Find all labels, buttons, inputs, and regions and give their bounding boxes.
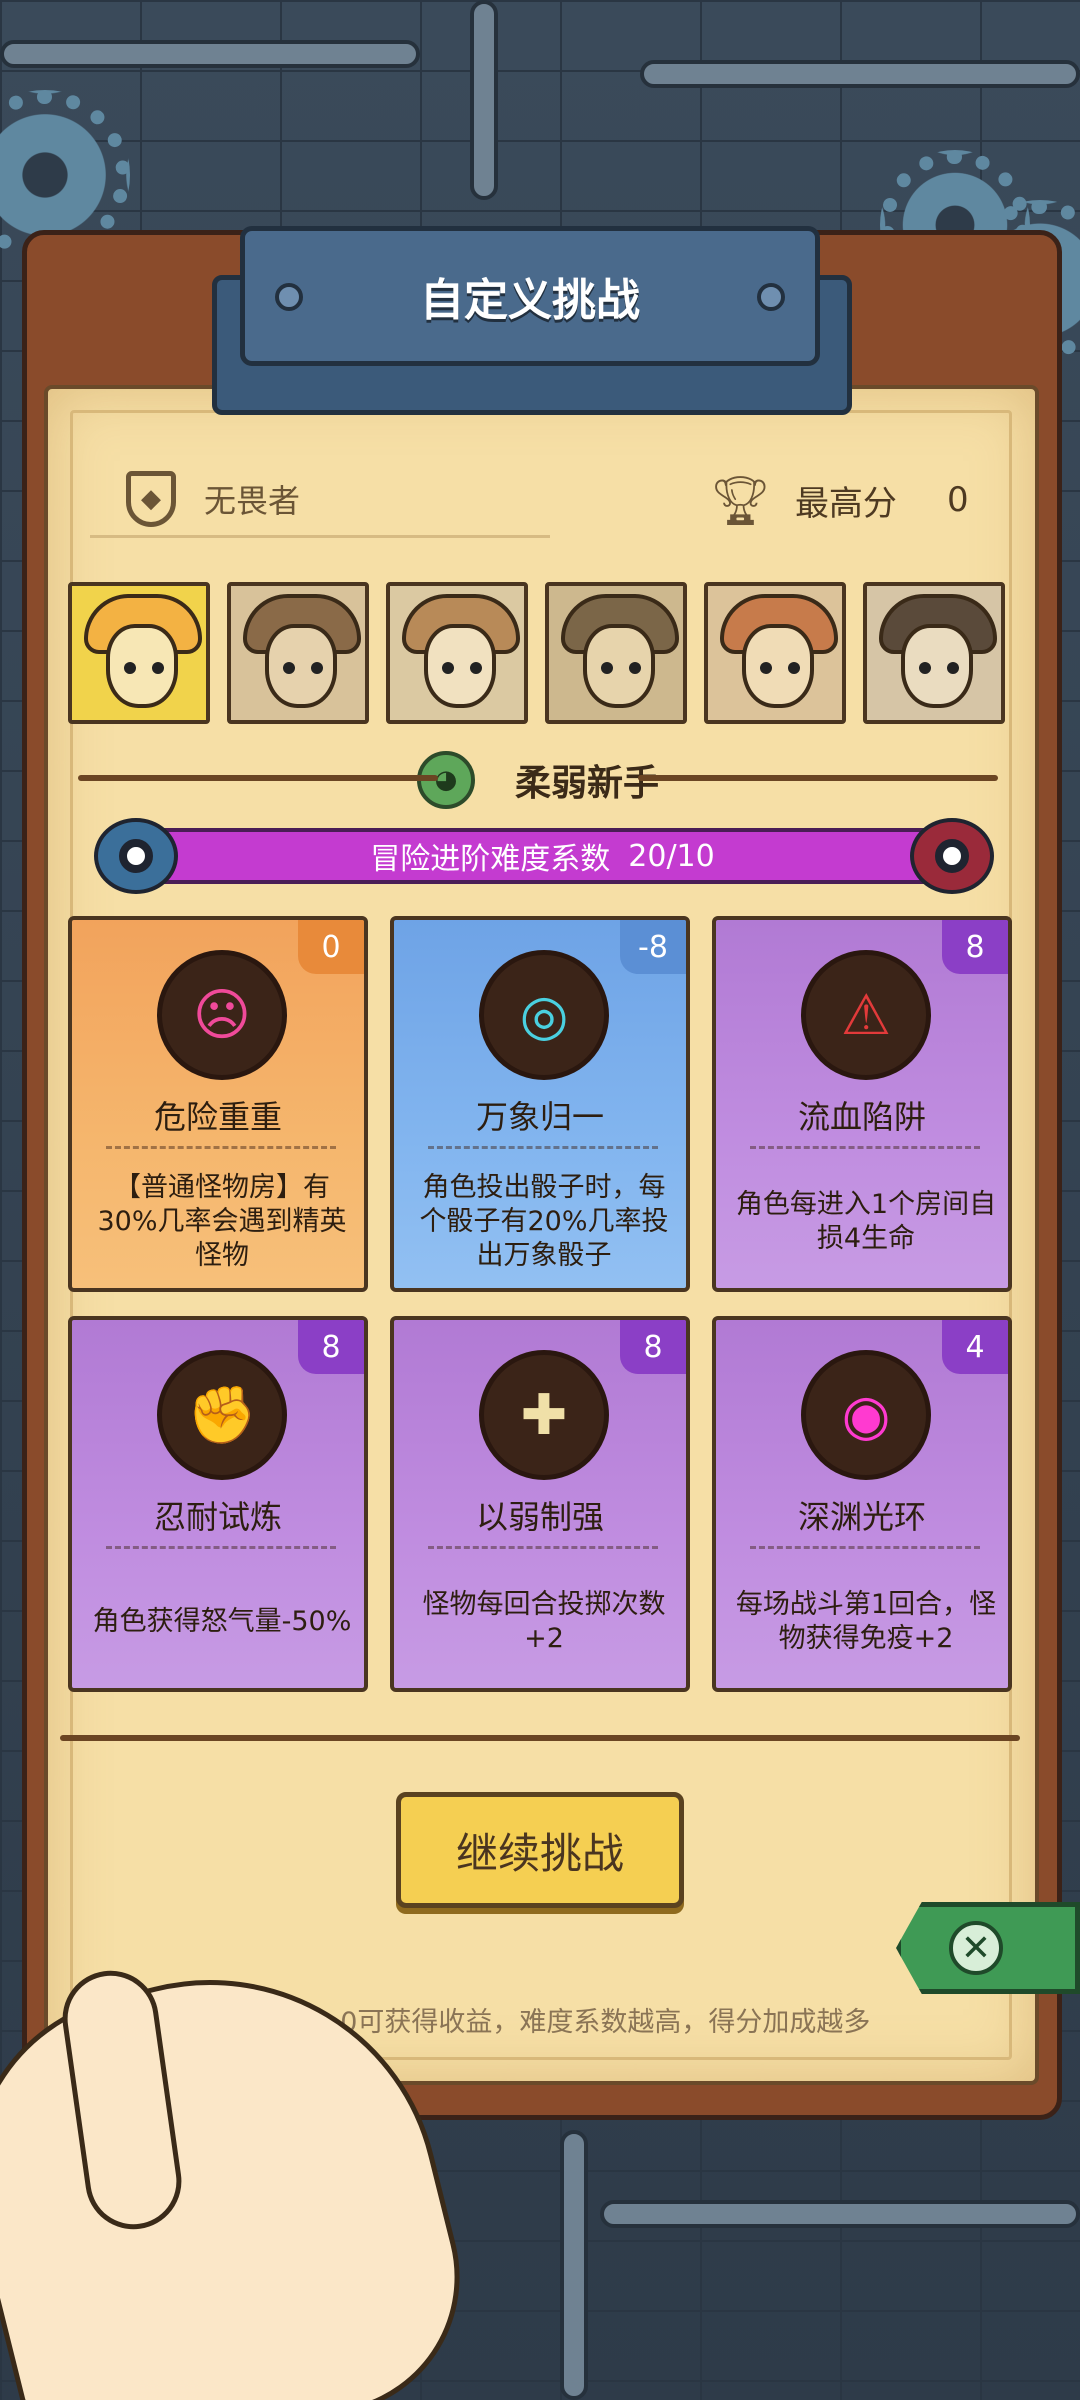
portrait-face [106, 624, 178, 708]
modifier-title: 万象归一 [475, 1098, 604, 1136]
character-portrait-1[interactable] [68, 582, 210, 724]
portrait-face [265, 624, 337, 708]
highscore-label: 最高分 [794, 483, 897, 524]
highscore-value: 0 [946, 480, 969, 520]
fist-shield-icon: ✊ [157, 1350, 287, 1480]
card-divider [428, 1146, 658, 1149]
shield-icon: ◆ [126, 470, 176, 527]
modifier-card[interactable]: 8 ✊ 忍耐试炼角色获得怒气量-50% [68, 1316, 368, 1692]
screw-icon [275, 283, 303, 311]
highscore: 🏆︎ 最高分 0 [710, 462, 1000, 538]
portrait-eye [442, 662, 454, 674]
portrait-eye [152, 662, 164, 674]
portrait-eye [124, 662, 136, 674]
rainbow-swirl-icon: ◎ [479, 950, 609, 1080]
blue-monster-eye-icon [94, 818, 178, 894]
portrait-eye [470, 662, 482, 674]
modifier-card[interactable]: 0 ☹ 危险重重【普通怪物房】有30%几率会遇到精英怪物 [68, 916, 368, 1292]
bear-trap-icon: ⚠ [801, 950, 931, 1080]
difficulty-name: 柔弱新手 [514, 763, 659, 804]
screw-icon [757, 283, 785, 311]
modifier-card[interactable]: -8 ◎ 万象归一角色投出骰子时，每个骰子有20%几率投出万象骰子 [390, 916, 690, 1292]
angry-face-icon: ☹ [157, 950, 287, 1080]
character-roster [68, 582, 1008, 724]
close-tab[interactable]: ✕ [896, 1902, 1080, 1994]
modifier-card[interactable]: 8 ✚ 以弱制强怪物每回合投掷次数+2 [390, 1316, 690, 1692]
character-portrait-2[interactable] [227, 582, 369, 724]
modifier-value-badge: 8 [298, 1320, 364, 1374]
pipe-decoration [600, 2200, 1080, 2228]
modifier-value-badge: 8 [620, 1320, 686, 1374]
card-divider [106, 1546, 336, 1549]
portrait-face [901, 624, 973, 708]
modifier-card[interactable]: 8 ⚠ 流血陷阱角色每进入1个房间自损4生命 [712, 916, 1012, 1292]
portrait-face [424, 624, 496, 708]
modifier-card[interactable]: 4 ◉ 深渊光环每场战斗第1回合，怪物获得免疫+2 [712, 1316, 1012, 1692]
abyss-halo-icon: ◉ [801, 1350, 931, 1480]
portrait-eye [601, 662, 613, 674]
modifier-title: 深渊光环 [797, 1498, 926, 1536]
portrait-eye [947, 662, 959, 674]
card-divider [428, 1546, 658, 1549]
modifier-title: 危险重重 [153, 1098, 282, 1136]
page-title: 自定义挑战 [420, 275, 640, 326]
character-portrait-4[interactable] [545, 582, 687, 724]
modifier-description: 【普通怪物房】有30%几率会遇到精英怪物 [97, 1172, 347, 1271]
modifier-title: 忍耐试炼 [153, 1498, 282, 1536]
card-divider [750, 1146, 980, 1149]
advance-value: 20/10 [628, 838, 715, 874]
portrait-eye [311, 662, 323, 674]
pipe-decoration [470, 0, 498, 200]
ornament-divider [60, 1735, 1020, 1741]
card-divider [106, 1146, 336, 1149]
continue-challenge-button[interactable]: 继续挑战 [396, 1792, 684, 1908]
modifier-description: 角色每进入1个房间自损4生命 [735, 1189, 997, 1254]
portrait-eye [283, 662, 295, 674]
advance-label: 冒险进阶难度系数 [370, 842, 611, 877]
portrait-eye [788, 662, 800, 674]
pipe-decoration [0, 40, 420, 68]
close-icon[interactable]: ✕ [949, 1921, 1003, 1975]
modifier-value-badge: 0 [298, 920, 364, 974]
advance-difficulty-bar: 冒险进阶难度系数 20/10 [100, 828, 985, 884]
modifier-description: 角色获得怒气量-50% [92, 1606, 352, 1637]
portrait-eye [919, 662, 931, 674]
difficulty-row: ◕ 柔弱新手 [68, 745, 1008, 815]
player-name-bar: ◆ 无畏者 [90, 462, 550, 538]
ornament-left [78, 775, 438, 781]
pipe-decoration [560, 2130, 588, 2400]
ornament-right [638, 775, 998, 781]
header-plate: 自定义挑战 [240, 226, 820, 366]
modifier-description: 每场战斗第1回合，怪物获得免疫+2 [735, 1589, 997, 1654]
modifier-description: 怪物每回合投掷次数+2 [422, 1589, 666, 1654]
modifier-title: 以弱制强 [475, 1498, 604, 1536]
portrait-face [742, 624, 814, 708]
portrait-eye [629, 662, 641, 674]
modifier-description: 角色投出骰子时，每个骰子有20%几率投出万象骰子 [419, 1172, 669, 1271]
red-monster-eye-icon [910, 818, 994, 894]
modifier-value-badge: 4 [942, 1320, 1008, 1374]
player-name: 无畏者 [204, 481, 301, 520]
trophy-icon: 🏆︎ [710, 472, 771, 529]
character-portrait-3[interactable] [386, 582, 528, 724]
modifier-value-badge: -8 [620, 920, 686, 974]
character-portrait-5[interactable] [704, 582, 846, 724]
portrait-eye [760, 662, 772, 674]
character-portrait-6[interactable] [863, 582, 1005, 724]
pipe-decoration [640, 60, 1080, 88]
modifier-value-badge: 8 [942, 920, 1008, 974]
modifier-title: 流血陷阱 [797, 1098, 926, 1136]
card-divider [750, 1546, 980, 1549]
portrait-face [583, 624, 655, 708]
bone-icon: ✚ [479, 1350, 609, 1480]
